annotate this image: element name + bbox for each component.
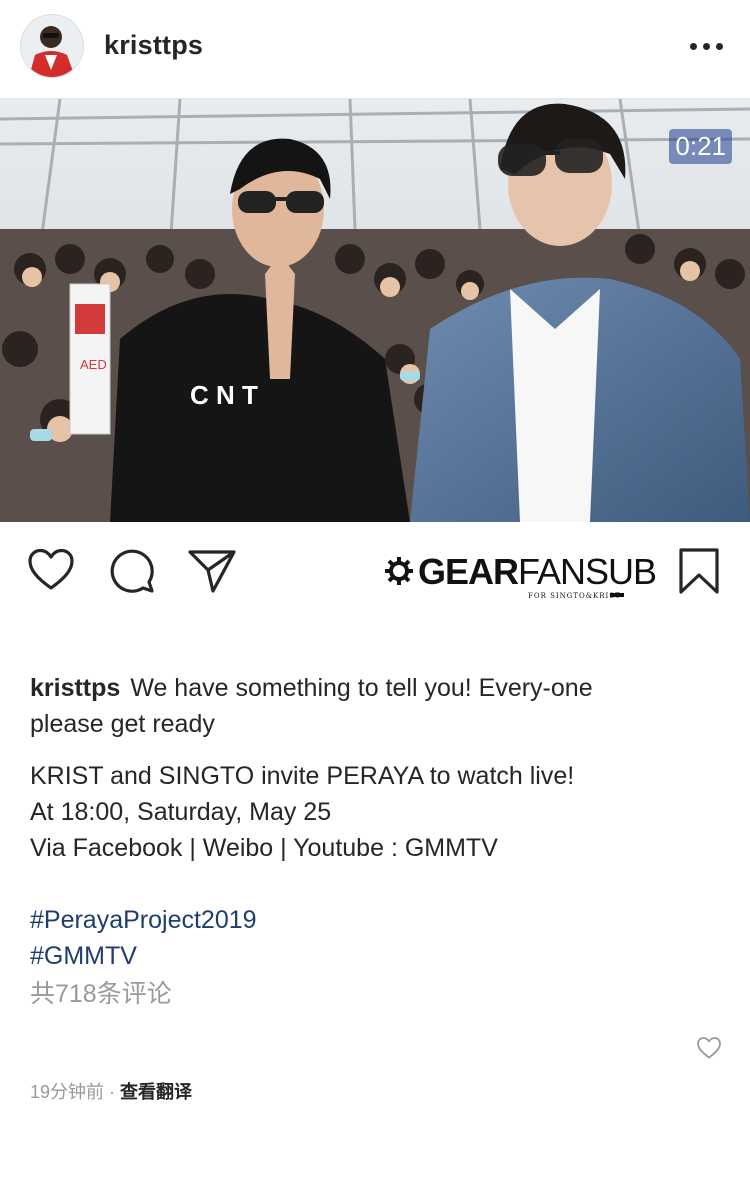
post-header: kristtps: [0, 0, 750, 99]
post-video[interactable]: AED C N T 0:21: [0, 99, 750, 522]
video-timer: 0:21: [669, 129, 732, 164]
watermark-bold: GEAR: [418, 551, 519, 592]
gear-icon: [385, 557, 413, 585]
view-comments-link[interactable]: 共718条评论: [30, 976, 630, 1012]
bookmark-icon[interactable]: [678, 547, 720, 595]
see-translation-link[interactable]: 查看翻译: [120, 1082, 192, 1102]
hashtag-perayaproject2019[interactable]: #PerayaProject2019: [30, 902, 630, 938]
video-frame: AED C N T: [0, 99, 750, 522]
avatar[interactable]: [20, 14, 84, 78]
caption-username[interactable]: kristtps: [30, 674, 120, 702]
post-time: 19分钟前: [30, 1082, 105, 1102]
action-bar: GEARFANSUB FOR SINGTO&KRIST: [0, 522, 750, 622]
caption-first-paragraph: kristtps We have something to tell you! E…: [30, 670, 630, 742]
svg-text:C N T: C N T: [190, 380, 258, 410]
watermark-text: GEARFANSUB: [418, 551, 657, 592]
post-username[interactable]: kristtps: [104, 30, 203, 61]
hashtag-list: #PerayaProject2019 #GMMTV 共718条评论: [30, 902, 630, 1012]
svg-text:AED: AED: [80, 357, 107, 372]
post-caption: kristtps We have something to tell you! E…: [30, 670, 630, 1012]
share-icon[interactable]: [187, 548, 237, 594]
more-options-icon[interactable]: [690, 43, 724, 51]
post-footer: 19分钟前 · 查看翻译: [30, 1078, 192, 1104]
caption-line-4: Via Facebook | Weibo | Youtube : GMMTV: [30, 834, 498, 862]
caption-line-3: At 18:00, Saturday, May 25: [30, 798, 332, 826]
small-heart-icon[interactable]: [696, 1036, 722, 1060]
heart-icon[interactable]: [27, 548, 75, 592]
watermark-subtext: FOR SINGTO&KRIST: [528, 592, 621, 600]
caption-line-2: KRIST and SINGTO invite PERAYA to watch …: [30, 762, 575, 790]
gearfansub-watermark: GEARFANSUB FOR SINGTO&KRIST: [384, 552, 657, 602]
watermark-bar: [610, 593, 624, 597]
watermark-light: FANSUB: [518, 551, 657, 592]
footer-separator: ·: [104, 1082, 121, 1102]
comment-icon[interactable]: [108, 547, 156, 595]
hashtag-gmmtv[interactable]: #GMMTV: [30, 938, 630, 974]
